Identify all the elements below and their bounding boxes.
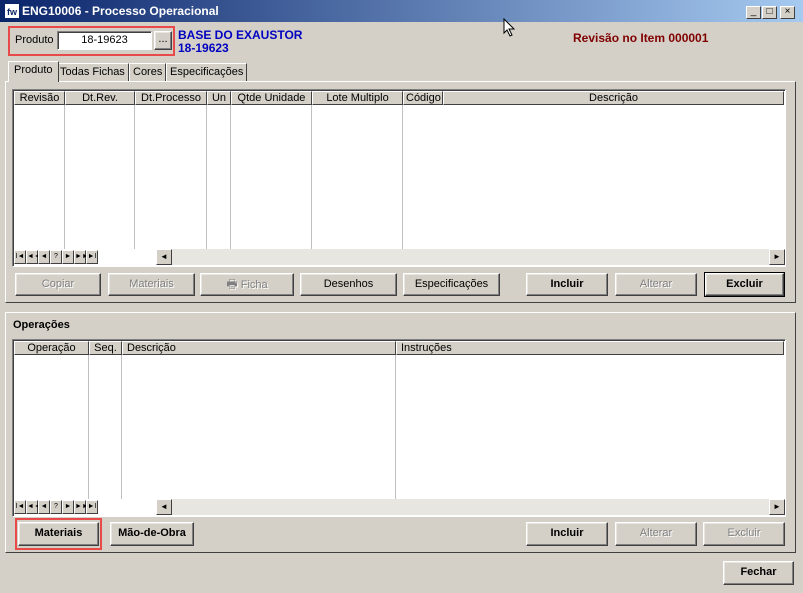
scroll-right-icon[interactable]: ► xyxy=(769,249,785,265)
excluir-button[interactable]: Excluir xyxy=(703,522,785,546)
operacoes-heading: Operações xyxy=(13,319,70,331)
col-operacao[interactable]: Operação xyxy=(14,341,89,355)
fechar-button[interactable]: Fechar xyxy=(723,561,794,585)
nav-last-button[interactable]: ►I xyxy=(86,250,98,264)
revisions-nav: I◄ ◄◄ ◄ ? ► ►► ►I xyxy=(14,250,98,264)
revisao-text: Revisão no Item 000001 xyxy=(573,31,709,45)
op-scroll-left-icon[interactable]: ◄ xyxy=(156,499,172,515)
produto-input[interactable]: 18-19623 xyxy=(57,31,152,50)
excluir-top-button[interactable]: Excluir xyxy=(704,272,785,297)
col-un[interactable]: Un xyxy=(207,91,231,105)
minimize-button[interactable]: _ xyxy=(746,6,761,19)
operacoes-hscrollbar[interactable]: ◄ ► xyxy=(156,499,785,515)
app-icon: fw xyxy=(4,3,20,19)
especificacoes-button[interactable]: Especificações xyxy=(403,273,500,296)
incluir-top-button[interactable]: Incluir xyxy=(526,273,608,296)
produto-lookup-button[interactable]: ... xyxy=(154,31,172,50)
op-nav-next-page-button[interactable]: ►► xyxy=(74,500,89,514)
tab-cores[interactable]: Cores xyxy=(129,63,167,81)
window-title: ENG10006 - Processo Operacional xyxy=(22,4,219,18)
incluir-button[interactable]: Incluir xyxy=(526,522,608,546)
op-nav-last-button[interactable]: ►I xyxy=(86,500,98,514)
revisions-hscrollbar[interactable]: ◄ ► xyxy=(156,249,785,265)
alterar-top-button[interactable]: Alterar xyxy=(615,273,697,296)
produto-code: 18-19623 xyxy=(178,41,229,55)
col-lote-multiplo[interactable]: Lote Multiplo xyxy=(312,91,403,105)
col-qtde-unidade[interactable]: Qtde Unidade xyxy=(231,91,312,105)
col-revisao[interactable]: Revisão xyxy=(14,91,65,105)
ficha-button[interactable]: 🖶 Ficha xyxy=(200,273,294,296)
tab-produto[interactable]: Produto xyxy=(8,61,59,82)
op-nav-first-button[interactable]: I◄ xyxy=(14,500,26,514)
operacoes-grid[interactable] xyxy=(12,339,786,517)
materiais-button[interactable]: Materiais xyxy=(18,522,99,546)
nav-search-button[interactable]: ? xyxy=(50,250,62,264)
close-button[interactable]: × xyxy=(780,6,795,19)
col-dt-processo[interactable]: Dt.Processo xyxy=(135,91,207,105)
nav-prior-button[interactable]: ◄ xyxy=(38,250,50,264)
nav-next-page-button[interactable]: ►► xyxy=(74,250,89,264)
copiar-button[interactable]: Copiar xyxy=(15,273,101,296)
revisions-grid-header: Revisão Dt.Rev. Dt.Processo Un Qtde Unid… xyxy=(14,91,784,105)
tab-todas-fichas[interactable]: Todas Fichas xyxy=(56,63,129,81)
tab-especificacoes[interactable]: Especificações xyxy=(166,63,248,81)
op-nav-prior-page-button[interactable]: ◄◄ xyxy=(26,500,41,514)
col-op-descricao[interactable]: Descrição xyxy=(122,341,396,355)
produto-label: Produto xyxy=(15,34,54,46)
nav-first-button[interactable]: I◄ xyxy=(14,250,26,264)
scroll-left-icon[interactable]: ◄ xyxy=(156,249,172,265)
nav-prior-page-button[interactable]: ◄◄ xyxy=(26,250,41,264)
op-nav-search-button[interactable]: ? xyxy=(50,500,62,514)
col-descricao[interactable]: Descrição xyxy=(443,91,784,105)
mouse-cursor-icon xyxy=(503,18,516,37)
operacoes-nav: I◄ ◄◄ ◄ ? ► ►► ►I xyxy=(14,500,98,514)
desenhos-button[interactable]: Desenhos xyxy=(300,273,397,296)
printer-icon: 🖶 xyxy=(226,277,238,291)
op-nav-prior-button[interactable]: ◄ xyxy=(38,500,50,514)
operacoes-grid-header: Operação Seq. Descrição Instruções xyxy=(14,341,784,355)
produto-description: BASE DO EXAUSTOR xyxy=(178,28,303,42)
col-seq[interactable]: Seq. xyxy=(89,341,122,355)
col-instrucoes[interactable]: Instruções xyxy=(396,341,784,355)
revisions-grid[interactable] xyxy=(12,89,786,267)
alterar-button[interactable]: Alterar xyxy=(615,522,697,546)
col-codigo[interactable]: Código xyxy=(403,91,443,105)
nav-next-button[interactable]: ► xyxy=(62,250,74,264)
mao-de-obra-button[interactable]: Mão-de-Obra xyxy=(110,522,194,546)
col-dt-rev[interactable]: Dt.Rev. xyxy=(65,91,135,105)
op-scroll-right-icon[interactable]: ► xyxy=(769,499,785,515)
ficha-label: Ficha xyxy=(240,279,268,291)
op-nav-next-button[interactable]: ► xyxy=(62,500,74,514)
maximize-button[interactable]: □ xyxy=(762,6,777,19)
materiais-top-button[interactable]: Materiais xyxy=(108,273,195,296)
